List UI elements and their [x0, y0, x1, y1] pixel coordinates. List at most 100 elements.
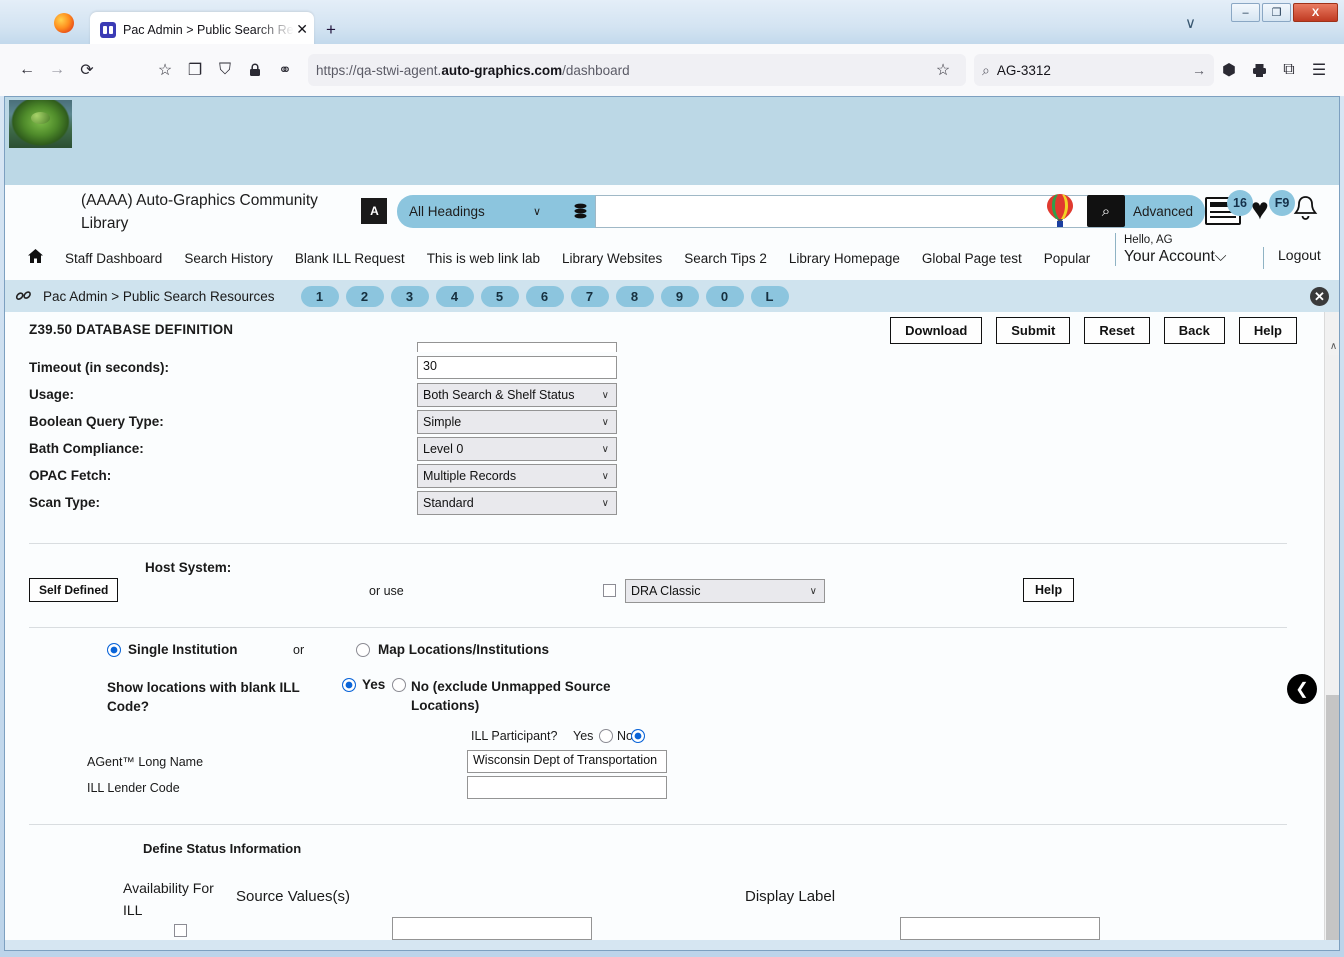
- tab-title: Pac Admin > Public Search Reso: [123, 22, 295, 37]
- extensions-icon[interactable]: ⧉: [1274, 55, 1304, 85]
- timeout-input[interactable]: 30: [417, 356, 617, 379]
- host-system-help-button[interactable]: Help: [1023, 578, 1075, 602]
- page-tab-8[interactable]: 8: [615, 285, 654, 307]
- page-tab-7[interactable]: 7: [570, 285, 609, 307]
- submit-button[interactable]: Submit: [996, 317, 1071, 344]
- lock-icon[interactable]: [240, 55, 270, 85]
- nav-link-popular[interactable]: Popular: [1033, 251, 1102, 266]
- shield-icon[interactable]: ⛉: [210, 55, 240, 85]
- boolean-query-type-select[interactable]: Simple ∨: [417, 410, 617, 434]
- download-button[interactable]: Download: [890, 317, 983, 344]
- ill-participant-no-radio[interactable]: [631, 729, 645, 743]
- scrollbar-thumb[interactable]: [1326, 695, 1339, 950]
- nav-link-global-page-test[interactable]: Global Page test: [911, 251, 1033, 266]
- back-button[interactable]: Back: [1163, 317, 1225, 344]
- nav-link-search-tips-2[interactable]: Search Tips 2: [673, 251, 778, 266]
- nav-link-search-history[interactable]: Search History: [173, 251, 284, 266]
- nav-link-library-homepage[interactable]: Library Homepage: [778, 251, 911, 266]
- bath-compliance-label: Bath Compliance:: [29, 441, 144, 456]
- breadcrumb: Pac Admin > Public Search Resources: [43, 288, 275, 304]
- close-tab-icon[interactable]: ✕: [294, 21, 308, 38]
- opac-fetch-value: Multiple Records: [423, 469, 517, 483]
- form-scrollbar[interactable]: ∧ ∨: [1324, 312, 1339, 950]
- map-locations-radio[interactable]: [356, 643, 370, 657]
- page-tab-3[interactable]: 3: [390, 285, 429, 307]
- institution-or-label: or: [293, 643, 305, 657]
- database-icon[interactable]: [565, 195, 595, 228]
- page-tab-0[interactable]: 0: [705, 285, 744, 307]
- timeout-label: Timeout (in seconds):: [29, 360, 170, 375]
- logout-button[interactable]: Logout: [1263, 247, 1321, 269]
- page-tab-6[interactable]: 6: [525, 285, 564, 307]
- link-chain-icon: [13, 284, 36, 307]
- chevron-down-icon: ∨: [601, 470, 609, 482]
- self-defined-button[interactable]: Self Defined: [29, 578, 119, 602]
- pocket-icon[interactable]: ⬢: [1214, 55, 1244, 85]
- notifications-bell-icon[interactable]: [1293, 195, 1318, 229]
- close-window-button[interactable]: X: [1293, 3, 1338, 22]
- favorites-badge: F9: [1269, 190, 1295, 216]
- agent-long-name-input[interactable]: Wisconsin Dept of Transportation: [467, 750, 667, 773]
- host-system-select[interactable]: DRA Classic ∨: [625, 579, 825, 603]
- page-tab-9[interactable]: 9: [660, 285, 699, 307]
- status-row-display-input[interactable]: [900, 917, 1100, 940]
- scroll-up-arrow-icon[interactable]: ∧: [1325, 338, 1339, 355]
- print-icon[interactable]: [1244, 55, 1274, 85]
- page-tab-5[interactable]: 5: [480, 285, 519, 307]
- headings-select[interactable]: All Headings ∨: [397, 195, 565, 228]
- usage-select[interactable]: Both Search & Shelf Status ∨: [417, 383, 617, 407]
- search-input[interactable]: ⌕: [595, 195, 1121, 228]
- nav-link-staff-dashboard[interactable]: Staff Dashboard: [54, 251, 173, 266]
- language-toggle-icon[interactable]: A: [361, 198, 387, 224]
- ill-lender-code-input[interactable]: [467, 776, 667, 799]
- single-institution-radio[interactable]: [107, 643, 121, 657]
- status-row-checkbox[interactable]: [174, 924, 187, 937]
- ill-participant-yes-radio[interactable]: [599, 729, 613, 743]
- minimize-button[interactable]: –: [1231, 3, 1260, 22]
- library-logo-icon: [9, 100, 72, 148]
- tab-list-chevron-down-icon[interactable]: ∨: [1185, 14, 1196, 32]
- page-tab-l[interactable]: L: [750, 285, 789, 307]
- back-icon[interactable]: ←: [12, 55, 42, 85]
- page-tab-2[interactable]: 2: [345, 285, 384, 307]
- maximize-button[interactable]: ❐: [1262, 3, 1291, 22]
- nav-link-web-link-lab[interactable]: This is web link lab: [416, 251, 551, 266]
- page-tab-4[interactable]: 4: [435, 285, 474, 307]
- bookmark-star-icon[interactable]: ☆: [150, 55, 180, 85]
- search-group: All Headings ∨ ⌕ Advanced: [397, 195, 1205, 228]
- bath-compliance-select[interactable]: Level 0 ∨: [417, 437, 617, 461]
- nav-link-library-websites[interactable]: Library Websites: [551, 251, 673, 266]
- forward-icon[interactable]: →: [42, 55, 72, 85]
- hot-air-balloon-icon[interactable]: [1045, 193, 1075, 238]
- home-glyph: [28, 248, 43, 263]
- new-tab-button[interactable]: +: [326, 20, 336, 40]
- browser-tab[interactable]: Pac Admin > Public Search Reso ✕: [90, 12, 314, 47]
- close-icon[interactable]: ✕: [1310, 287, 1329, 306]
- help-button[interactable]: Help: [1238, 317, 1297, 344]
- permissions-icon[interactable]: ⚭: [270, 55, 300, 85]
- app-menu-icon[interactable]: ☰: [1304, 55, 1334, 85]
- advanced-search-button[interactable]: Advanced: [1121, 195, 1205, 228]
- scan-type-select[interactable]: Standard ∨: [417, 491, 617, 515]
- account-menu[interactable]: Hello, AG Your Account⌵: [1115, 233, 1245, 266]
- status-row-source-input[interactable]: [392, 917, 592, 940]
- blank-ill-yes-radio[interactable]: [342, 678, 356, 692]
- bookmark-page-star-icon[interactable]: ☆: [928, 55, 958, 85]
- scrollbar-track-upper[interactable]: [1326, 355, 1339, 695]
- page-tab-1[interactable]: 1: [300, 285, 339, 307]
- opac-fetch-select[interactable]: Multiple Records ∨: [417, 464, 617, 488]
- save-to-pocket-tab-icon[interactable]: ❐: [180, 55, 210, 85]
- scan-search-icon[interactable]: ⌕: [1087, 195, 1125, 227]
- home-icon[interactable]: [27, 248, 44, 269]
- chain-glyph: [15, 290, 31, 300]
- your-account-label: Your Account⌵: [1124, 248, 1227, 265]
- collapse-panel-back-arrow[interactable]: ❮: [1287, 674, 1317, 704]
- url-bar[interactable]: https://qa-stwi-agent.auto-graphics.com/…: [308, 54, 966, 86]
- host-system-checkbox[interactable]: [603, 584, 616, 597]
- nav-link-blank-ill-request[interactable]: Blank ILL Request: [284, 251, 416, 266]
- reload-icon[interactable]: ⟳: [72, 55, 102, 85]
- reset-button[interactable]: Reset: [1084, 317, 1150, 344]
- search-go-arrow-icon[interactable]: →: [1192, 62, 1206, 78]
- blank-ill-no-radio[interactable]: [392, 678, 406, 692]
- browser-search-bar[interactable]: ⌕ AG-3312 →: [974, 54, 1214, 86]
